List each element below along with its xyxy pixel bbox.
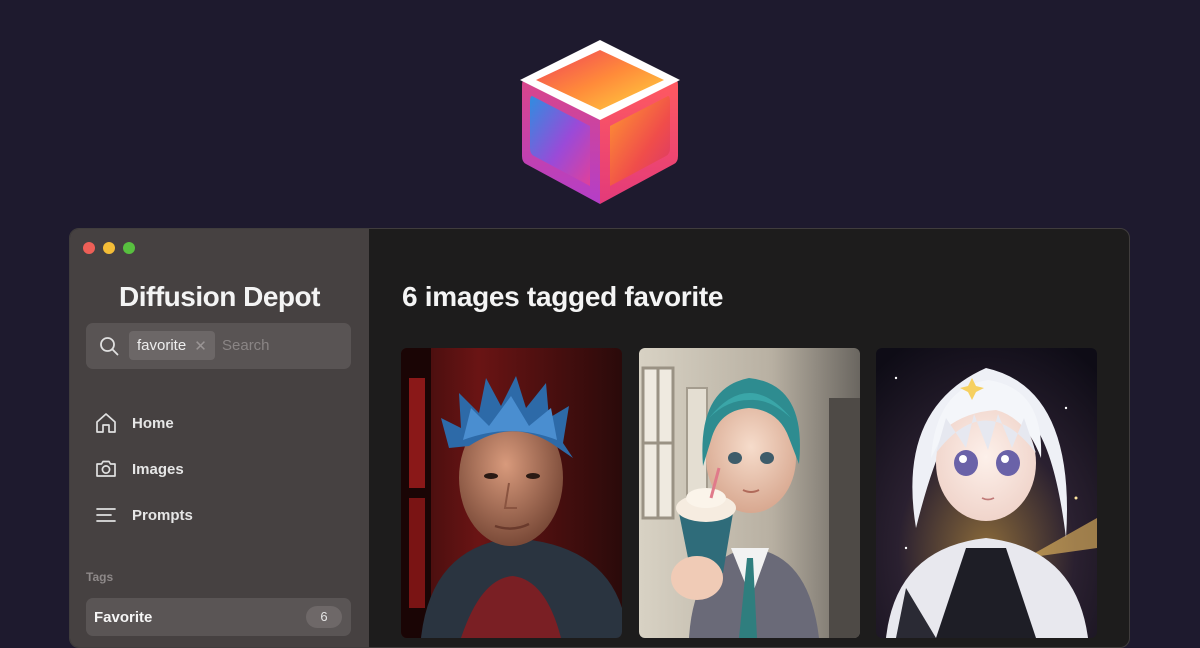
search-tag-label: favorite <box>137 337 187 354</box>
home-icon <box>96 413 116 433</box>
image-thumbnail[interactable] <box>401 348 622 638</box>
tag-item-favorite[interactable]: Favorite 6 <box>86 598 351 636</box>
lines-icon <box>96 508 116 522</box>
sidebar: Diffusion Depot favorite ✕ Home Imag <box>70 229 369 647</box>
nav-label-prompts: Prompts <box>132 506 193 524</box>
camera-icon <box>96 460 116 477</box>
search-tag-chip: favorite ✕ <box>129 331 215 360</box>
nav-item-home[interactable]: Home <box>94 408 344 438</box>
nav-item-images[interactable]: Images <box>94 454 344 484</box>
app-logo <box>516 36 684 208</box>
tag-count-badge: 6 <box>306 606 342 628</box>
tag-label: Favorite <box>94 609 153 626</box>
search-bar[interactable]: favorite ✕ <box>86 323 351 369</box>
minimize-window-button[interactable] <box>103 242 115 254</box>
tags-heading: Tags <box>86 570 114 584</box>
remove-tag-icon[interactable]: ✕ <box>194 337 207 355</box>
search-icon <box>100 337 119 356</box>
image-thumbnail[interactable] <box>876 348 1097 638</box>
image-thumbnail[interactable] <box>639 348 860 638</box>
close-window-button[interactable] <box>83 242 95 254</box>
zoom-window-button[interactable] <box>123 242 135 254</box>
app-window: Diffusion Depot favorite ✕ Home Imag <box>69 228 1130 648</box>
nav-label-images: Images <box>132 460 184 478</box>
nav-label-home: Home <box>132 414 174 432</box>
nav-item-prompts[interactable]: Prompts <box>94 500 344 530</box>
page-title: 6 images tagged favorite <box>402 281 724 312</box>
app-title: Diffusion Depot <box>119 281 320 312</box>
search-input[interactable] <box>222 337 342 354</box>
